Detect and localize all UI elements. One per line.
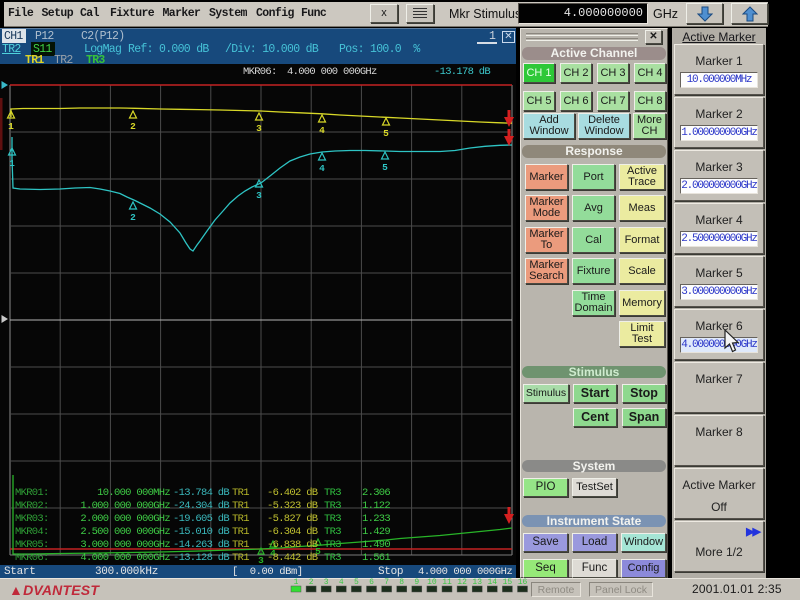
svg-text:10: 10 <box>427 578 437 587</box>
svg-text:3: 3 <box>256 190 262 201</box>
svg-text:1: 1 <box>9 158 15 169</box>
svg-text:14: 14 <box>487 578 497 587</box>
svg-text:3: 3 <box>256 123 262 134</box>
svg-text:12: 12 <box>457 578 467 587</box>
svg-text:4: 4 <box>319 163 325 174</box>
svg-text:15: 15 <box>503 578 513 587</box>
svg-text:13: 13 <box>472 578 482 587</box>
svg-text:6: 6 <box>369 578 374 587</box>
svg-text:2: 2 <box>309 578 314 587</box>
svg-text:4: 4 <box>319 125 325 136</box>
svg-text:4: 4 <box>339 578 344 587</box>
svg-text:9: 9 <box>414 578 419 587</box>
svg-text:16: 16 <box>518 578 528 587</box>
svg-text:3: 3 <box>258 555 264 565</box>
svg-text:11: 11 <box>442 578 452 587</box>
svg-text:3: 3 <box>324 578 329 587</box>
svg-text:8: 8 <box>399 578 404 587</box>
svg-text:7: 7 <box>384 578 389 587</box>
svg-text:2: 2 <box>130 212 136 223</box>
svg-text:1: 1 <box>8 121 14 132</box>
svg-text:5: 5 <box>382 162 388 173</box>
svg-text:5: 5 <box>354 578 359 587</box>
svg-text:1: 1 <box>294 578 299 587</box>
svg-text:2: 2 <box>130 121 136 132</box>
svg-text:5: 5 <box>383 128 389 139</box>
